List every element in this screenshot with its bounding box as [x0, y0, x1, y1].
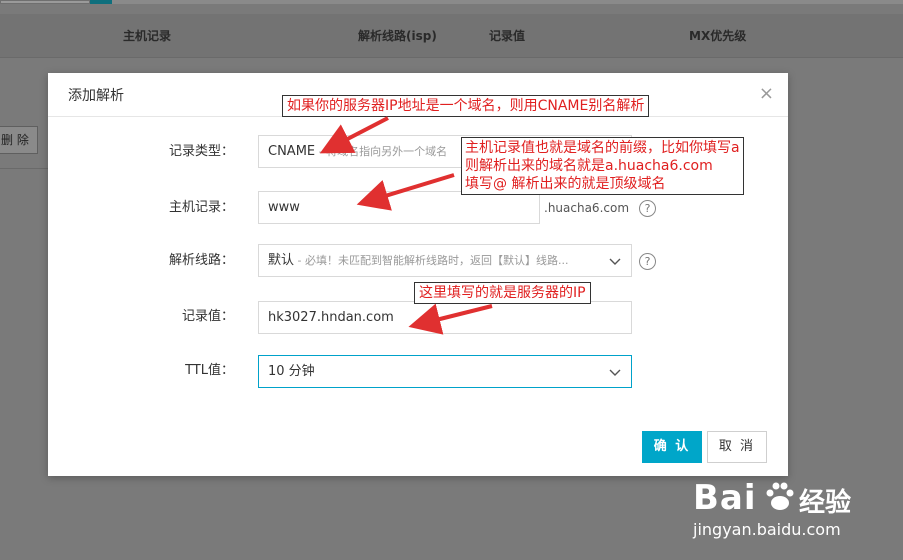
domain-suffix: .huacha6.com	[544, 201, 630, 215]
annotation-host-line-1: 主机记录值也就是域名的前缀，比如你填写a	[465, 140, 740, 156]
line-help-icon[interactable]: ?	[639, 253, 656, 270]
annotation-cname: 如果你的服务器IP地址是一个域名，则用CNAME别名解析	[282, 95, 650, 117]
record-value-input[interactable]: hk3027.hndan.com	[258, 301, 632, 334]
chevron-down-icon	[609, 369, 621, 376]
column-host: 主机记录	[123, 29, 172, 43]
record-type-hint: - 将域名指向另外一个域名	[315, 145, 448, 158]
host-help-icon[interactable]: ?	[639, 200, 656, 217]
column-mx: MX优先级	[689, 29, 747, 43]
search-input[interactable]	[0, 0, 90, 4]
column-line: 解析线路(isp)	[358, 29, 437, 43]
watermark-brand: Bai	[693, 478, 757, 518]
paw-icon	[766, 482, 794, 510]
close-icon[interactable]: ×	[759, 85, 774, 103]
line-value: 默认	[268, 253, 295, 268]
confirm-button[interactable]: 确 认	[642, 431, 702, 463]
search-button[interactable]	[90, 0, 112, 4]
ttl-value: 10 分钟	[268, 364, 315, 379]
line-hint: - 必填！未匹配到智能解析线路时，返回【默认】线路...	[294, 254, 569, 267]
host-record-label: 主机记录：	[168, 200, 234, 215]
chevron-down-icon	[609, 258, 621, 265]
ttl-label: TTL值：	[185, 363, 234, 378]
line-label: 解析线路：	[168, 253, 234, 268]
dialog-title: 添加解析	[68, 88, 124, 104]
ttl-select[interactable]: 10 分钟	[258, 355, 632, 388]
record-type-value: CNAME	[268, 144, 316, 159]
annotation-host-record: 主机记录值也就是域名的前缀，比如你填写a 则解析出来的域名就是a.huacha6…	[461, 137, 744, 195]
cancel-button[interactable]: 取 消	[707, 431, 767, 463]
top-bar	[0, 0, 903, 4]
annotation-host-line-2: 则解析出来的域名就是a.huacha6.com	[465, 158, 713, 174]
column-value: 记录值	[489, 29, 526, 43]
baidu-watermark: Bai 经验 jingyan.baidu.com	[693, 472, 893, 552]
annotation-ip: 这里填写的就是服务器的IP	[414, 282, 591, 304]
host-record-input[interactable]: www	[258, 191, 540, 224]
record-type-label: 记录类型：	[168, 144, 234, 159]
host-record-value: www	[268, 200, 300, 215]
add-record-dialog: 添加解析 × 记录类型： CNAME - 将域名指向另外一个域名 主机记录： w…	[48, 73, 788, 476]
record-value-text: hk3027.hndan.com	[268, 310, 394, 325]
watermark-url: jingyan.baidu.com	[693, 520, 841, 539]
annotation-host-line-3: 填写@ 解析出来的就是顶级域名	[465, 176, 666, 192]
delete-button[interactable]: 删 除	[0, 126, 38, 154]
watermark-brand2: 经验	[799, 488, 852, 518]
record-value-label: 记录值：	[181, 309, 234, 324]
line-select[interactable]: 默认 - 必填！未匹配到智能解析线路时，返回【默认】线路...	[258, 244, 632, 277]
divider	[0, 168, 48, 169]
table-header: 主机记录 解析线路(isp) 记录值 MX优先级	[0, 14, 903, 58]
